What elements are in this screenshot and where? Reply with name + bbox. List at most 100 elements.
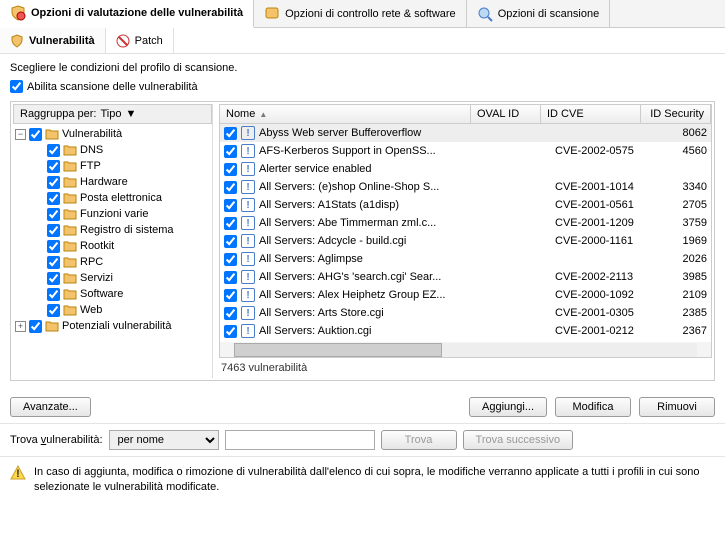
tree-label: Posta elettronica: [80, 192, 162, 204]
row-checkbox[interactable]: [224, 235, 237, 248]
tree-item[interactable]: Registro di sistema: [13, 222, 212, 238]
category-tree[interactable]: −VulnerabilitàDNSFTPHardware Posta elettr…: [13, 124, 212, 378]
cell-sec: 1969: [655, 235, 707, 247]
table-row[interactable]: !AFS-Kerberos Support in OpenSS...CVE-20…: [220, 142, 711, 160]
table-row[interactable]: !All Servers: AHG's 'search.cgi' Sear...…: [220, 268, 711, 286]
cell-cve: CVE-2001-1209: [555, 217, 651, 229]
row-checkbox[interactable]: [224, 145, 237, 158]
group-by-header[interactable]: Raggruppa per: Tipo ▼: [13, 104, 212, 124]
collapse-icon[interactable]: −: [15, 129, 26, 140]
info-icon: !: [241, 216, 255, 230]
table-row[interactable]: !All Servers: Alex Heiphetz Group EZ...C…: [220, 286, 711, 304]
tree-checkbox[interactable]: [47, 240, 60, 253]
cell-cve: CVE-2000-1092: [555, 289, 651, 301]
find-button[interactable]: Trova: [381, 430, 457, 450]
advanced-button[interactable]: Avanzate...: [10, 397, 91, 417]
info-icon: !: [241, 180, 255, 194]
tree-item[interactable]: Software: [13, 286, 212, 302]
tree-checkbox[interactable]: [47, 176, 60, 189]
expand-icon[interactable]: +: [15, 321, 26, 332]
add-button[interactable]: Aggiungi...: [469, 397, 547, 417]
table-row[interactable]: !All Servers: A1Stats (a1disp)CVE-2001-0…: [220, 196, 711, 214]
tree-checkbox[interactable]: [47, 208, 60, 221]
cell-cve: CVE-2001-1014: [555, 181, 651, 193]
tree-item[interactable]: Web: [13, 302, 212, 318]
tab-label: Opzioni di controllo rete & software: [285, 8, 456, 20]
info-icon: !: [241, 234, 255, 248]
tree-item[interactable]: Posta elettronica: [13, 190, 212, 206]
table-row[interactable]: !All Servers: Adcycle - build.cgiCVE-200…: [220, 232, 711, 250]
edit-button[interactable]: Modifica: [555, 397, 631, 417]
horizontal-scrollbar[interactable]: [219, 342, 712, 358]
find-mode-select[interactable]: per nome: [109, 430, 219, 450]
tree-label: Servizi: [80, 272, 113, 284]
row-checkbox[interactable]: [224, 127, 237, 140]
row-checkbox[interactable]: [224, 271, 237, 284]
tree-label: Rootkit: [80, 240, 114, 252]
cell-sec: 2385: [655, 307, 707, 319]
tree-checkbox[interactable]: [47, 288, 60, 301]
tree-checkbox[interactable]: [47, 304, 60, 317]
subtab-label: Vulnerabilità: [29, 35, 95, 47]
table-row[interactable]: !All Servers: Aglimpse2026: [220, 250, 711, 268]
info-icon: !: [241, 324, 255, 338]
tree-checkbox[interactable]: [47, 160, 60, 173]
tree-root[interactable]: −Vulnerabilità: [13, 126, 212, 142]
cell-sec: 4560: [655, 145, 707, 157]
col-oval[interactable]: OVAL ID: [471, 105, 541, 123]
col-cve[interactable]: ID CVE: [541, 105, 641, 123]
table-row[interactable]: !Alerter service enabled: [220, 160, 711, 178]
row-checkbox[interactable]: [224, 253, 237, 266]
tab-vuln-options[interactable]: Opzioni di valutazione delle vulnerabili…: [0, 0, 254, 28]
cell-cve: CVE-2002-2113: [555, 271, 651, 283]
info-icon: !: [241, 288, 255, 302]
tree-checkbox[interactable]: [47, 256, 60, 269]
tab-network-options[interactable]: Opzioni di controllo rete & software: [254, 0, 467, 27]
shield-gear-icon: [10, 5, 26, 21]
table-row[interactable]: !Abyss Web server Bufferoverflow8062: [220, 124, 711, 142]
tab-scan-options[interactable]: Opzioni di scansione: [467, 0, 611, 27]
tree-checkbox[interactable]: [29, 320, 42, 333]
table-row[interactable]: !All Servers: Auktion.cgiCVE-2001-021223…: [220, 322, 711, 340]
remove-button[interactable]: Rimuovi: [639, 397, 715, 417]
tree-checkbox[interactable]: [47, 144, 60, 157]
row-checkbox[interactable]: [224, 289, 237, 302]
tree-checkbox[interactable]: [29, 128, 42, 141]
row-checkbox[interactable]: [224, 307, 237, 320]
table-row[interactable]: !All Servers: Arts Store.cgiCVE-2001-030…: [220, 304, 711, 322]
cell-name: Abyss Web server Bufferoverflow: [259, 127, 481, 139]
scrollbar-thumb[interactable]: [234, 343, 442, 357]
tree-item[interactable]: Hardware: [13, 174, 212, 190]
subtab-patch[interactable]: Patch: [106, 28, 174, 53]
tree-item[interactable]: DNS: [13, 142, 212, 158]
tree-item[interactable]: Funzioni varie: [13, 206, 212, 222]
tree-checkbox[interactable]: [47, 192, 60, 205]
cell-sec: 2367: [655, 325, 707, 337]
row-checkbox[interactable]: [224, 181, 237, 194]
col-name[interactable]: Nome▲: [220, 105, 471, 123]
tree-item[interactable]: FTP: [13, 158, 212, 174]
row-checkbox[interactable]: [224, 163, 237, 176]
table-row[interactable]: !All Servers: Abe Timmerman zml.c...CVE-…: [220, 214, 711, 232]
find-next-button[interactable]: Trova successivo: [463, 430, 574, 450]
tree-item[interactable]: RPC: [13, 254, 212, 270]
row-checkbox[interactable]: [224, 199, 237, 212]
subtab-vuln[interactable]: Vulnerabilità: [0, 28, 106, 53]
tree-item[interactable]: Servizi: [13, 270, 212, 286]
info-icon: !: [241, 198, 255, 212]
find-input[interactable]: [225, 430, 375, 450]
tree-item[interactable]: Rootkit: [13, 238, 212, 254]
enable-vuln-scan-row[interactable]: Abilita scansione delle vulnerabilità: [10, 80, 715, 93]
cell-name: AFS-Kerberos Support in OpenSS...: [259, 145, 481, 157]
warning-icon: !: [10, 465, 26, 481]
row-checkbox[interactable]: [224, 325, 237, 338]
row-checkbox[interactable]: [224, 217, 237, 230]
tree-potential[interactable]: +Potenziali vulnerabilità: [13, 318, 212, 334]
vuln-table-body[interactable]: !Abyss Web server Bufferoverflow8062!AFS…: [219, 124, 712, 342]
table-row[interactable]: !All Servers: (e)shop Online-Shop S...CV…: [220, 178, 711, 196]
cell-name: All Servers: AHG's 'search.cgi' Sear...: [259, 271, 481, 283]
tree-checkbox[interactable]: [47, 224, 60, 237]
col-sec[interactable]: ID Security: [641, 105, 711, 123]
tree-checkbox[interactable]: [47, 272, 60, 285]
enable-vuln-scan-checkbox[interactable]: [10, 80, 23, 93]
